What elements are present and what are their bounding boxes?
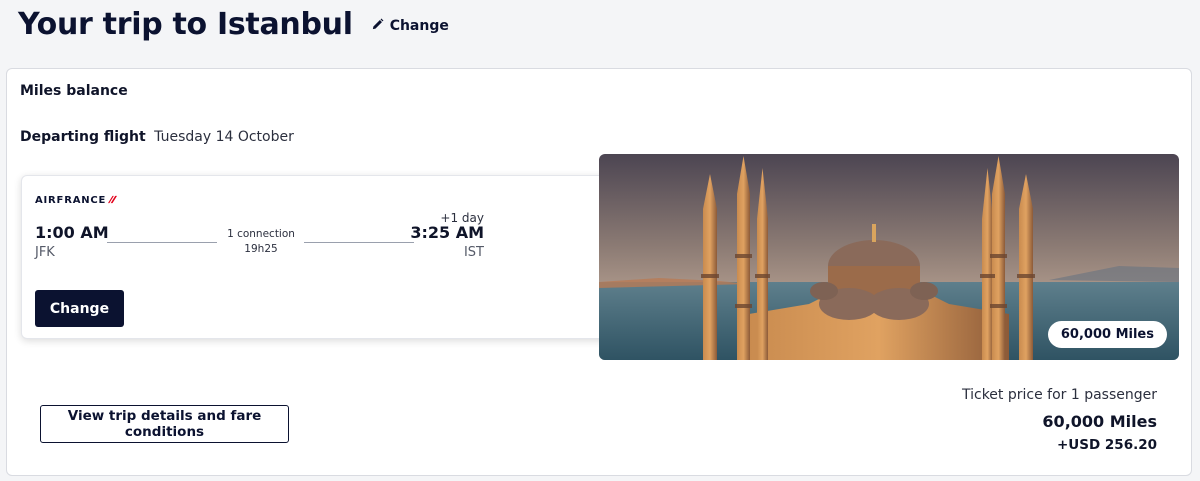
view-trip-details-button[interactable]: View trip details and fare conditions — [40, 405, 289, 443]
departing-flight-label: Departing flight — [20, 129, 146, 145]
destination-image: 60,000 Miles — [599, 154, 1179, 360]
arrival-time: 3:25 AM — [410, 223, 484, 242]
ticket-price-label: Ticket price for 1 passenger — [961, 387, 1157, 403]
miles-price-badge: 60,000 Miles — [1047, 321, 1167, 348]
page-header: Your trip to Istanbul Change — [18, 2, 449, 46]
departure-airport: JFK — [35, 245, 55, 260]
route-line-right — [304, 242, 414, 243]
flight-card: AIRFRANCE 1:00 AM JFK 1 connection 19h25… — [21, 175, 661, 339]
miles-balance-label: Miles balance — [20, 83, 128, 99]
change-trip-link[interactable]: Change — [371, 18, 449, 35]
price-summary: Ticket price for 1 passenger 60,000 Mile… — [962, 387, 1157, 453]
airline-mark-icon — [108, 193, 118, 207]
airfrance-logo: AIRFRANCE — [35, 193, 118, 207]
airline-name: AIRFRANCE — [35, 194, 107, 206]
trip-card: Miles balance Departing flight Tuesday 1… — [6, 68, 1192, 476]
departure-time: 1:00 AM — [35, 223, 109, 242]
page-title: Your trip to Istanbul — [18, 6, 353, 42]
connection-count: 1 connection — [227, 228, 295, 240]
departing-flight-heading: Departing flight Tuesday 14 October — [20, 129, 294, 145]
flight-duration: 19h25 — [244, 243, 278, 255]
route-line-left — [107, 242, 217, 243]
pencil-icon — [371, 18, 384, 35]
change-trip-label: Change — [389, 18, 449, 34]
arrival-airport: IST — [463, 245, 484, 260]
ticket-price-miles: 60,000 Miles — [1042, 412, 1157, 431]
departing-flight-date: Tuesday 14 October — [154, 129, 294, 145]
ticket-price-usd: +USD 256.20 — [1057, 437, 1157, 453]
change-flight-button[interactable]: Change — [35, 290, 124, 327]
